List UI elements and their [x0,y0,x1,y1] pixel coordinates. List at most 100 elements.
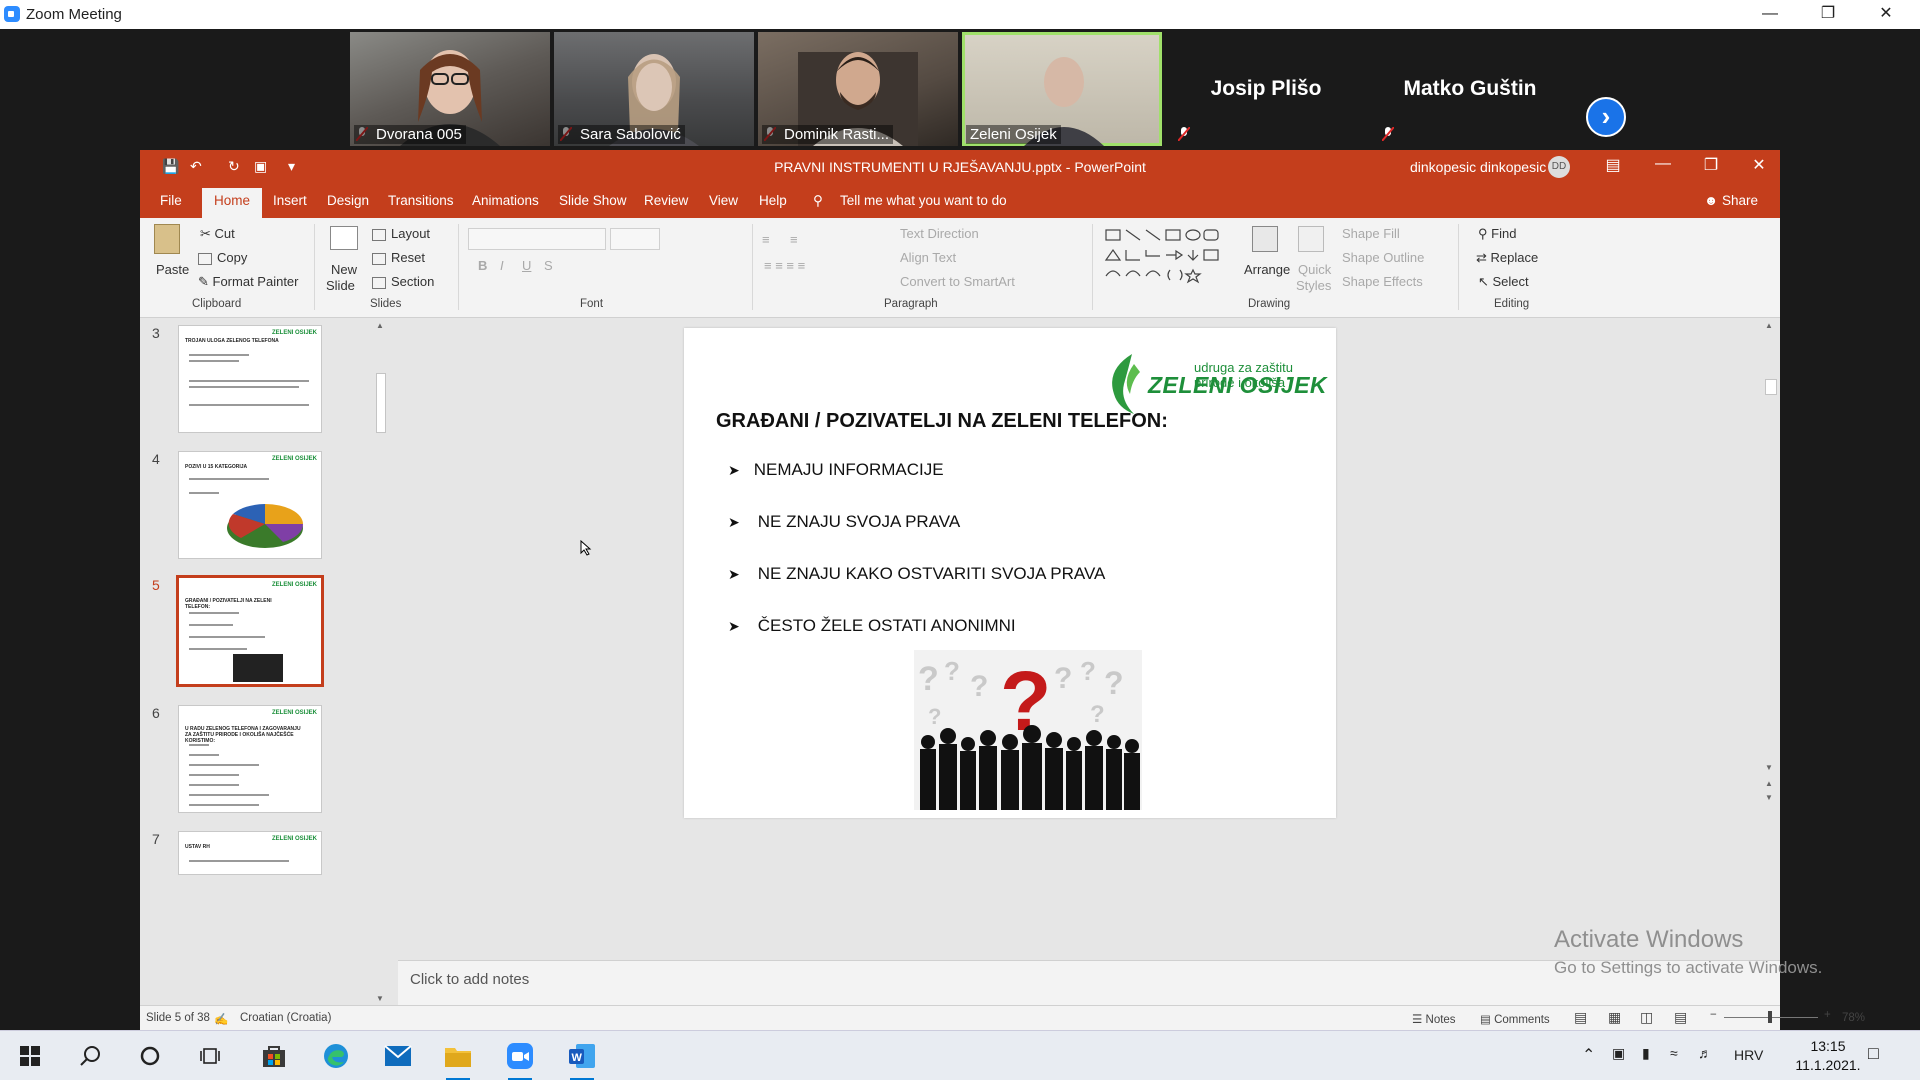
slideshow-view-icon[interactable]: ▤ [1674,1009,1687,1026]
next-participants-button[interactable]: › [1586,97,1626,137]
tab-help[interactable]: Help [759,193,787,208]
reset-button[interactable]: Reset [372,250,425,265]
zoom-app-icon[interactable] [504,1040,536,1080]
task-view-icon[interactable] [194,1040,226,1072]
crowd-question-mark-image[interactable]: ??? ??? ?? ? [914,650,1142,810]
minimize-button[interactable]: — [1750,2,1790,26]
slide-bullet[interactable]: ➤ NE ZNAJU SVOJA PRAVA [728,512,960,532]
zoom-slider-thumb[interactable] [1768,1011,1772,1023]
participant-tile[interactable]: Josip Plišo [1166,32,1366,146]
next-slide-icon[interactable]: ▼ [1765,793,1773,802]
zoom-out-icon[interactable]: − [1710,1009,1717,1021]
tab-transitions[interactable]: Transitions [388,193,454,208]
paste-button[interactable]: Paste [156,262,189,277]
tell-me-search[interactable]: Tell me what you want to do [840,193,1007,208]
find-button[interactable]: ⚲ Find [1478,226,1516,242]
search-icon[interactable] [74,1040,106,1072]
participant-video[interactable]: Sara Sabolović [554,32,754,146]
tab-insert[interactable]: Insert [273,193,307,208]
quick-styles-button[interactable]: Quick [1298,262,1331,277]
notes-placeholder[interactable]: Click to add notes [410,971,529,988]
share-button[interactable]: ☻ Share [1704,193,1758,208]
slide-scrollbar[interactable]: ▲ ▼ ▲ ▼ [1764,321,1778,807]
arrange-icon[interactable] [1252,226,1278,252]
slide-thumbnail-selected[interactable]: ZELENI OSIJEK GRAĐANI / POZIVATELJI NA Z… [176,575,324,687]
language-indicator[interactable]: Croatian (Croatia) [240,1012,331,1024]
layout-button[interactable]: Layout [372,226,430,241]
minimize-button[interactable]: — [1648,155,1678,173]
input-language[interactable]: HRV [1734,1047,1763,1063]
comments-toggle[interactable]: ▤ Comments [1480,1012,1550,1026]
store-icon[interactable] [258,1040,290,1072]
slide-thumbnail[interactable]: ZELENI OSIJEK POZIVI U 15 KATEGORIJA [178,451,322,559]
shape-effects-button[interactable]: Shape Effects [1342,274,1423,289]
slide-thumbnail[interactable]: ZELENI OSIJEK U RADU ZELENOG TELEFONA I … [178,705,322,813]
paste-icon[interactable] [154,224,180,254]
align-text-button[interactable]: Align Text [900,250,956,265]
tab-design[interactable]: Design [327,193,369,208]
replace-button[interactable]: ⇄ Replace [1476,250,1538,266]
slide-bullet[interactable]: ➤ NEMAJU INFORMACIJE [728,460,944,480]
zoom-level[interactable]: 78% [1842,1012,1865,1024]
shadow-button[interactable]: S [544,258,553,273]
shapes-gallery[interactable] [1104,226,1240,290]
scroll-down-icon[interactable]: ▼ [376,994,384,1003]
align-left-icon[interactable]: ≡ ≡ ≡ ≡ [764,258,805,273]
tab-file[interactable]: File [160,193,182,208]
reading-view-icon[interactable]: ◫ [1640,1009,1653,1026]
slide-thumbnail[interactable]: ZELENI OSIJEK USTAV RH [178,831,322,875]
battery-icon[interactable]: ▮ [1642,1045,1650,1062]
italic-button[interactable]: I [500,258,504,273]
scrollbar-thumb[interactable] [376,373,386,433]
user-avatar[interactable]: DD [1548,156,1570,178]
scroll-up-icon[interactable]: ▲ [1765,321,1773,330]
tab-slide-show[interactable]: Slide Show [559,193,627,208]
edge-icon[interactable] [320,1040,352,1072]
file-explorer-icon[interactable] [442,1040,474,1080]
mail-icon[interactable] [382,1040,414,1072]
windows-start-icon[interactable] [14,1040,46,1072]
scroll-down-icon[interactable]: ▼ [1765,763,1773,772]
scroll-up-icon[interactable]: ▲ [376,321,384,330]
cut-button[interactable]: ✂ Cut [200,226,235,242]
convert-smartart-button[interactable]: Convert to SmartArt [900,274,1015,289]
participant-video[interactable]: Dvorana 005 [350,32,550,146]
previous-slide-icon[interactable]: ▲ [1765,779,1773,788]
restore-button[interactable]: ❐ [1808,2,1848,26]
underline-button[interactable]: U [522,258,531,273]
current-slide[interactable]: udruga za zaštitu prirode i okoliša ZELE… [684,328,1336,818]
participant-video[interactable]: Dominik Rasti... [758,32,958,146]
new-slide-button[interactable]: New [331,262,357,277]
notification-icon[interactable]: □ [1868,1043,1879,1064]
tab-review[interactable]: Review [644,193,688,208]
user-name[interactable]: dinkopesic dinkopesic [1410,159,1546,175]
select-button[interactable]: ↖ Select [1478,274,1529,290]
quick-styles-icon[interactable] [1298,226,1324,252]
word-icon[interactable]: W [566,1040,598,1080]
font-size-select[interactable] [610,228,660,250]
new-slide-icon[interactable] [330,226,358,250]
arrange-button[interactable]: Arrange [1244,262,1290,277]
notes-toggle[interactable]: ☰ Notes [1412,1012,1456,1026]
format-painter-button[interactable]: ✎ Format Painter [198,274,299,290]
slide-title[interactable]: GRAĐANI / POZIVATELJI NA ZELENI TELEFON: [716,410,1168,433]
bullets-icon[interactable]: ≡ [762,232,770,247]
spellcheck-icon[interactable]: ✍ [214,1012,228,1026]
quick-styles-button-line2[interactable]: Styles [1296,278,1331,293]
participant-tile[interactable]: Matko Guštin [1370,32,1570,146]
wifi-icon[interactable]: ≈ [1670,1045,1678,1061]
device-icon[interactable]: ▣ [1612,1045,1625,1062]
tab-view[interactable]: View [709,193,738,208]
shape-fill-button[interactable]: Shape Fill [1342,226,1400,241]
cortana-icon[interactable] [134,1040,166,1072]
copy-button[interactable]: Copy [198,250,247,265]
chevron-up-icon[interactable]: ⌃ [1582,1045,1595,1065]
volume-icon[interactable]: ♬ [1698,1045,1712,1061]
close-button[interactable]: ✕ [1866,2,1906,26]
shape-outline-button[interactable]: Shape Outline [1342,250,1424,265]
font-family-select[interactable] [468,228,606,250]
slide-bullet[interactable]: ➤ ČESTO ŽELE OSTATI ANONIMNI [728,616,1016,636]
tab-animations[interactable]: Animations [472,193,539,208]
section-button[interactable]: Section [372,274,434,289]
bold-button[interactable]: B [478,258,487,273]
